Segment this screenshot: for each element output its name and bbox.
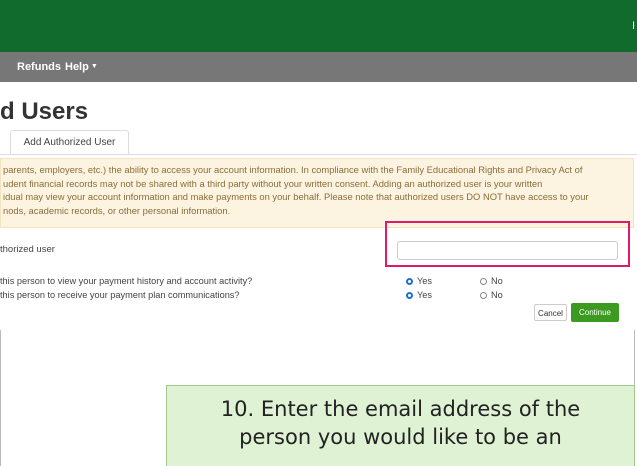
tab-divider: [0, 154, 637, 155]
no-label: No: [491, 276, 503, 286]
top-header-bar: I: [0, 0, 637, 52]
left-border: [0, 330, 1, 466]
q2-yes-radio[interactable]: Yes: [406, 290, 432, 300]
question-payment-history: this person to view your payment history…: [0, 276, 253, 286]
nav-help-label: Help: [65, 61, 89, 73]
question-plan-communications: this person to receive your payment plan…: [0, 290, 240, 300]
yes-label: Yes: [417, 290, 432, 300]
instruction-callout: 10. Enter the email address of the perso…: [166, 385, 635, 466]
nav-refunds-link[interactable]: Refunds: [17, 61, 61, 73]
radio-unselected-icon: [480, 292, 487, 299]
page-title: d Users: [0, 98, 89, 125]
notice-line: udent financial records may not be share…: [3, 177, 543, 189]
nav-help-menu[interactable]: Help ▼: [65, 61, 98, 73]
radio-selected-icon: [406, 292, 413, 299]
ferpa-notice: parents, employers, etc.) the ability to…: [0, 158, 634, 228]
notice-line: nods, academic records, or other persona…: [3, 204, 231, 216]
radio-unselected-icon: [480, 278, 487, 285]
continue-button[interactable]: Continue: [571, 303, 619, 322]
q1-yes-radio[interactable]: Yes: [406, 276, 432, 286]
radio-selected-icon: [406, 278, 413, 285]
cancel-button[interactable]: Cancel: [534, 304, 567, 321]
email-field-label: thorized user: [0, 244, 55, 255]
callout-line: person you would like to be an: [239, 425, 562, 449]
notice-line: parents, employers, etc.) the ability to…: [3, 164, 583, 175]
q1-no-radio[interactable]: No: [480, 276, 503, 286]
yes-label: Yes: [417, 276, 432, 286]
q2-no-radio[interactable]: No: [480, 290, 503, 300]
callout-line: 10. Enter the email address of the: [220, 397, 581, 421]
no-label: No: [491, 290, 503, 300]
caret-down-icon: ▼: [90, 63, 98, 70]
header-text-fragment: I: [631, 20, 635, 32]
main-nav-bar: Refunds Help ▼: [0, 52, 637, 82]
tab-add-authorized-user[interactable]: Add Authorized User: [10, 130, 129, 155]
notice-line: idual may view your account information …: [3, 191, 589, 203]
highlight-box: [385, 221, 630, 267]
